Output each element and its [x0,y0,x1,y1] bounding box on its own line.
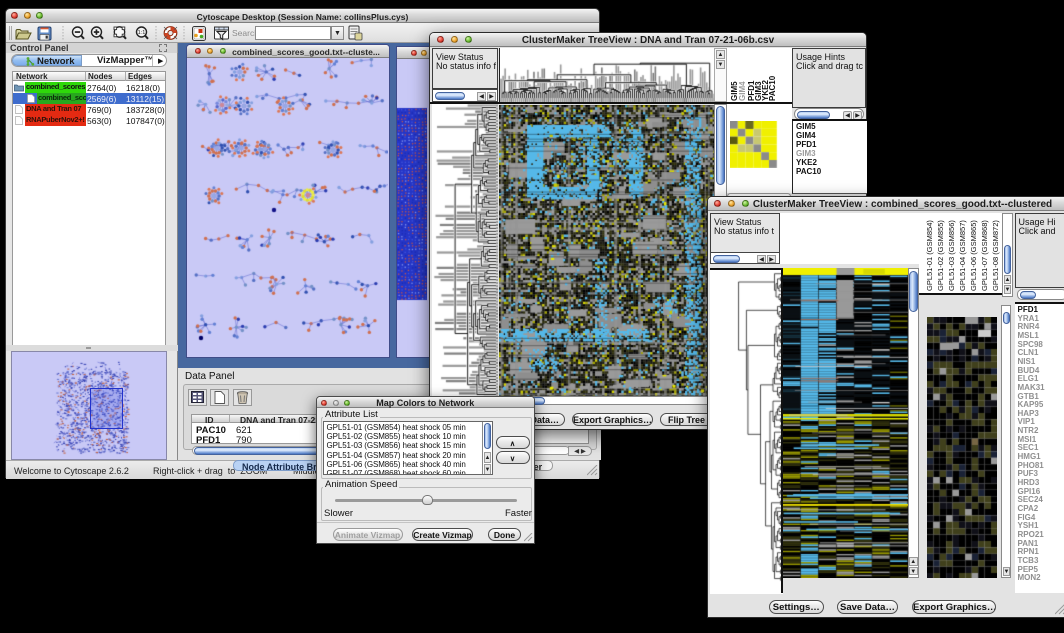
svg-text:1:1: 1:1 [138,30,146,36]
